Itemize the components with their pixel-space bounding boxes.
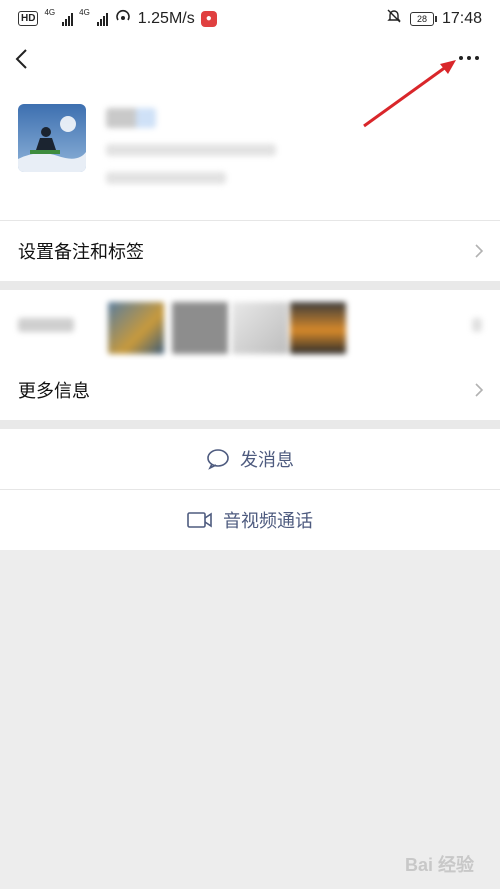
section-gap [0, 281, 500, 290]
video-camera-icon [187, 512, 212, 528]
network-speed: 1.25M/s [137, 9, 195, 27]
moment-thumbnail [232, 302, 288, 354]
section-gap [0, 420, 500, 429]
moment-thumbnail [290, 302, 346, 354]
moments-row[interactable] [0, 290, 500, 360]
more-info-row[interactable]: 更多信息 [0, 360, 500, 420]
video-call-button[interactable]: 音视频通话 [0, 490, 500, 550]
blurred-chevron [472, 318, 482, 332]
network-type-1: 4G [44, 8, 56, 17]
blurred-moments-label [18, 318, 74, 332]
video-call-label: 音视频通话 [223, 511, 313, 532]
send-message-label: 发消息 [240, 450, 294, 471]
moment-thumbnail [172, 302, 228, 354]
chevron-right-icon [475, 383, 484, 397]
chat-bubble-icon [207, 449, 229, 470]
clock: 17:48 [441, 9, 482, 27]
watermark-logo: Bai 经验 [404, 855, 474, 875]
blurred-region [106, 172, 226, 184]
more-info-label: 更多信息 [18, 381, 90, 402]
moment-thumbnail [108, 302, 164, 354]
set-remark-label: 设置备注和标签 [18, 242, 144, 263]
signal-icon [62, 12, 74, 26]
status-bar: HD 4G 4G 1.25M/s ● 28 17:48 [0, 0, 500, 36]
avatar[interactable] [18, 104, 86, 172]
hd-indicator: HD [18, 11, 39, 26]
chevron-right-icon [475, 244, 484, 258]
notification-app-icon: ● [200, 10, 217, 27]
blurred-wechat-id [106, 144, 276, 156]
annotation-arrow-icon [363, 60, 456, 128]
hotspot-icon [114, 8, 132, 29]
mute-bell-icon [386, 8, 402, 29]
signal-icon-2 [96, 12, 108, 26]
blurred-nickname [106, 108, 156, 128]
set-remark-row[interactable]: 设置备注和标签 [0, 221, 500, 281]
back-arrow-icon[interactable] [10, 44, 34, 74]
network-type-2: 4G [79, 8, 90, 17]
send-message-button[interactable]: 发消息 [0, 429, 500, 489]
battery-icon: 28 [409, 11, 437, 26]
